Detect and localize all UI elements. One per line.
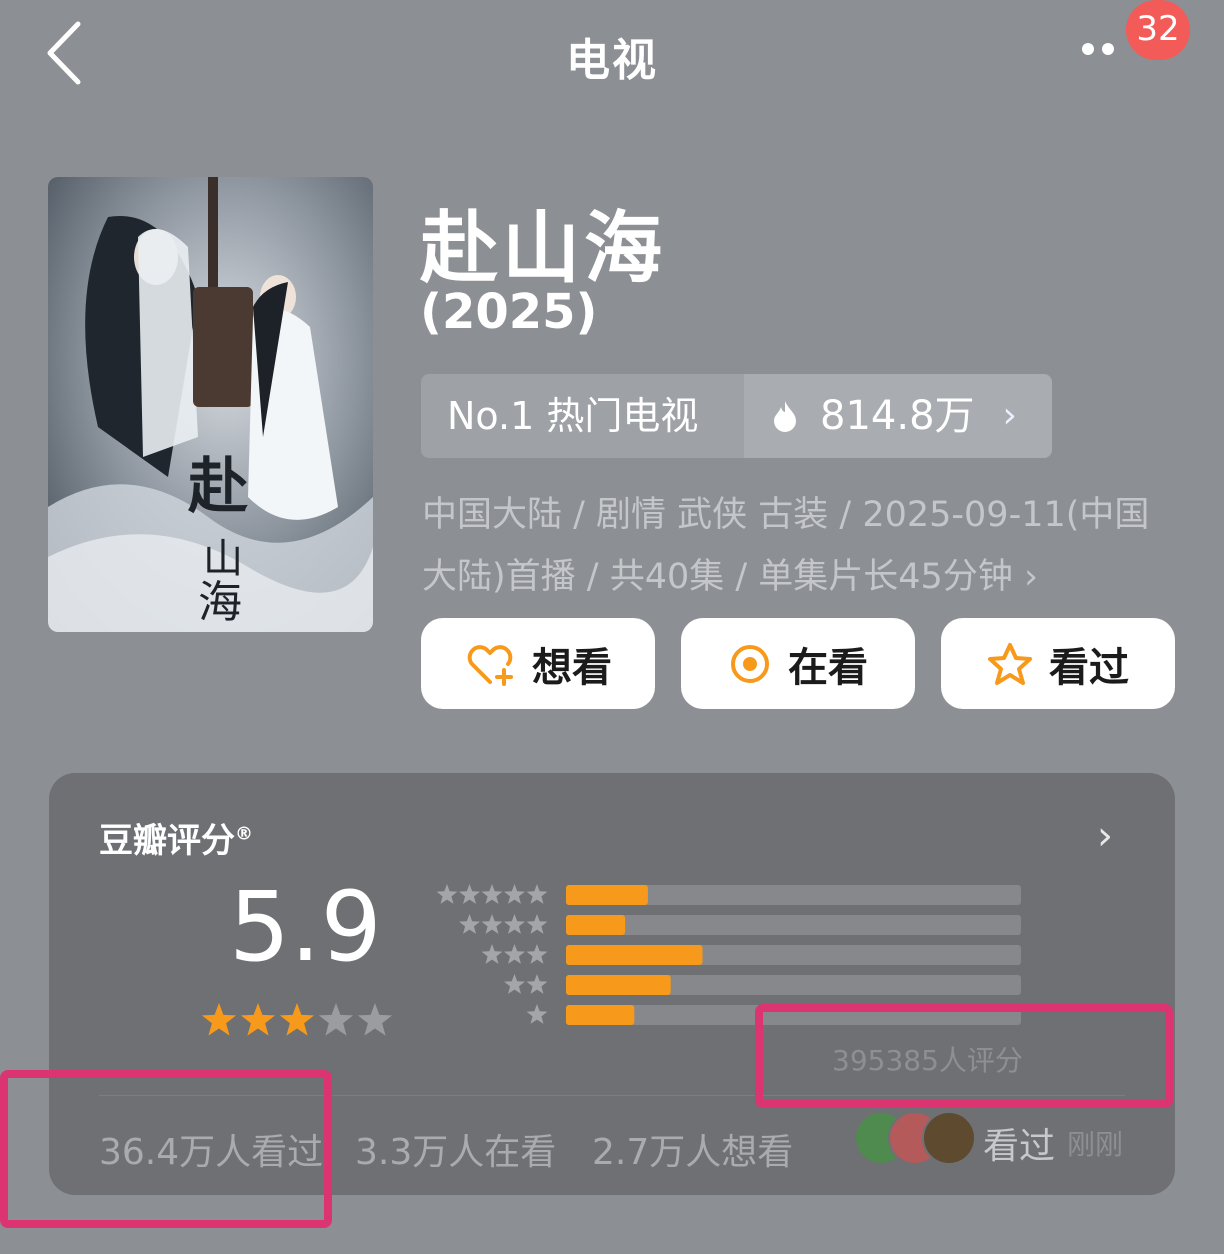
meta-line-2: 大陆)首播 / 共40集 / 单集片长45分钟 <box>422 557 1013 597</box>
distribution-bar-2-star <box>566 975 671 995</box>
highlight-box-rating-count <box>755 1004 1173 1108</box>
svg-text:山: 山 <box>203 536 243 582</box>
watched-button[interactable]: 看过 <box>941 618 1175 709</box>
highlight-box-watched-count <box>0 1070 332 1228</box>
show-year: (2025) <box>420 284 598 340</box>
want-to-watch-button[interactable]: 想看 <box>421 618 655 709</box>
chevron-right-icon: › <box>1023 557 1038 597</box>
avatar <box>922 1111 976 1165</box>
more-dots-icon <box>1082 43 1094 55</box>
watching-count[interactable]: 3.3万人在看 <box>355 1123 556 1175</box>
chevron-right-icon: › <box>1002 395 1017 436</box>
meta-line-2-wrap: 大陆)首播 / 共40集 / 单集片长45分钟 › <box>422 546 1182 608</box>
distribution-star <box>436 884 458 904</box>
distribution-star <box>504 884 525 904</box>
svg-text:海: 海 <box>198 577 242 628</box>
heat-value: 814.8万 <box>820 393 975 439</box>
watching-button[interactable]: 在看 <box>681 618 915 709</box>
fire-icon <box>774 401 796 432</box>
rating-stars <box>201 1003 393 1036</box>
chevron-right-icon[interactable]: › <box>1097 813 1113 859</box>
rating-title-text: 豆瓣评分 <box>99 821 235 861</box>
target-circle-icon <box>731 644 769 683</box>
distribution-bar-track <box>566 915 1021 935</box>
distribution-star <box>481 914 503 934</box>
poster-image[interactable]: 赴 山 海 <box>48 177 373 632</box>
ranking-banner[interactable]: No.1 热门电视 814.8万 › <box>421 374 1052 458</box>
distribution-bar-4-star <box>566 915 626 935</box>
rating-star <box>201 1003 237 1036</box>
more-dot <box>1102 43 1114 55</box>
distribution-star <box>459 914 480 934</box>
heart-plus-icon <box>467 644 513 686</box>
show-meta-info[interactable]: 中国大陆 / 剧情 武侠 古装 / 2025-09-11(中国 大陆)首播 / … <box>422 484 1182 608</box>
distribution-star <box>481 884 503 904</box>
distribution-star <box>459 884 480 904</box>
rating-title: 豆瓣评分® <box>99 813 253 862</box>
friend-avatars[interactable] <box>854 1111 976 1165</box>
watched-label: 看过 <box>1049 644 1129 691</box>
meta-line-1: 中国大陆 / 剧情 武侠 古装 / 2025-09-11(中国 <box>422 495 1150 535</box>
heat-section: 814.8万 › <box>744 374 1052 458</box>
distribution-star <box>526 914 548 934</box>
more-menu-button[interactable] <box>1082 40 1132 64</box>
watching-label: 在看 <box>788 644 868 691</box>
distribution-star <box>481 944 503 964</box>
friend-activity-status: 看过 <box>983 1126 1056 1167</box>
svg-text:赴: 赴 <box>187 452 248 522</box>
rating-star <box>279 1003 315 1036</box>
want-label: 想看 <box>532 644 612 691</box>
distribution-bar-1-star <box>566 1005 635 1025</box>
notification-badge: 32 <box>1126 0 1190 60</box>
rating-star <box>357 1003 393 1036</box>
rating-star <box>318 1003 354 1036</box>
show-title: 赴山海 <box>420 204 667 294</box>
distribution-star <box>504 974 525 994</box>
registered-mark: ® <box>235 823 253 845</box>
distribution-star <box>526 944 548 964</box>
distribution-star <box>504 944 525 964</box>
want-count[interactable]: 2.7万人想看 <box>592 1123 793 1175</box>
distribution-bar-3-star <box>566 945 703 965</box>
distribution-star <box>526 884 548 904</box>
distribution-star <box>526 974 548 994</box>
page-title: 电视 <box>566 35 658 86</box>
friend-activity-time: 刚刚 <box>1067 1128 1124 1161</box>
distribution-star <box>526 1004 548 1024</box>
star-outline-icon <box>988 642 1032 685</box>
distribution-bar-5-star <box>566 885 648 905</box>
rank-label: No.1 热门电视 <box>421 374 744 458</box>
rating-score: 5.9 <box>229 871 382 983</box>
distribution-star <box>504 914 525 934</box>
rating-star <box>240 1003 276 1036</box>
